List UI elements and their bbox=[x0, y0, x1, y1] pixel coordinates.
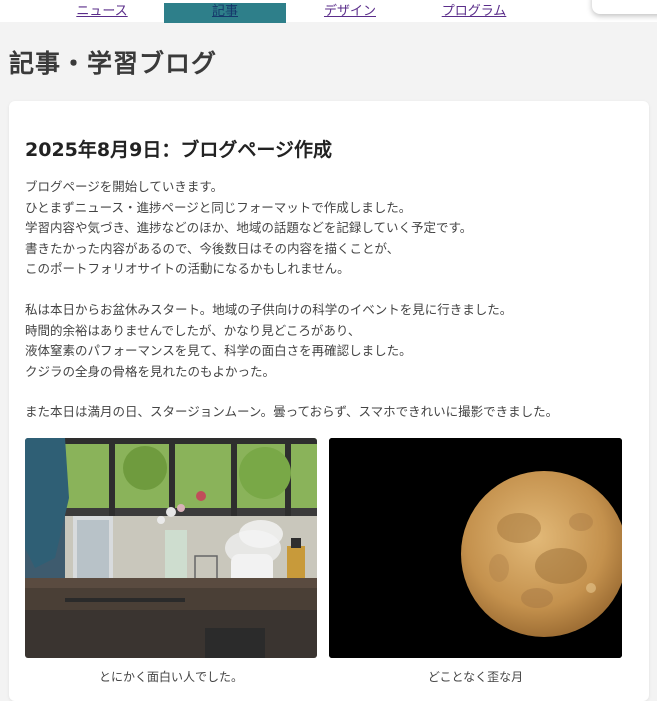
post-title: 2025年8月9日：ブログページ作成 bbox=[25, 139, 332, 161]
text-line: ひとまずニュース・進捗ページと同じフォーマットで作成しました。 bbox=[25, 199, 412, 215]
post-paragraph-3: また本日は満月の日、スタージョンムーン。曇っておらず、スマホできれいに撮影できま… bbox=[25, 402, 558, 423]
text-line: 学習内容や気づき、進捗などのほか、地域の話題などを記録していく予定です。 bbox=[25, 220, 473, 235]
text-line: ブログページを開始していきます。 bbox=[25, 179, 224, 194]
text-line: クジラの全身の骨格を見れたのもよかった。 bbox=[25, 363, 276, 379]
nav-link-design[interactable]: デザイン bbox=[312, 3, 388, 23]
text-line: 書きたかった内容があるので、今後数日はその内容を描くことが、 bbox=[25, 240, 400, 256]
header-overlay-box bbox=[592, 0, 657, 14]
nav-link-news[interactable]: ニュース bbox=[66, 3, 138, 23]
photo-caption-moon: どことなく歪な月 bbox=[427, 670, 524, 684]
text-line: 液体窒素のパフォーマンスを見て、科学の面白さを再確認しました。 bbox=[25, 343, 412, 358]
top-navigation: ニュース 記事 デザイン プログラム bbox=[0, 0, 657, 23]
text-line: 私は本日からお盆休みスタート。地域の子供向けの科学のイベントを見に行きました。 bbox=[25, 302, 513, 317]
post-paragraph-1: ブログページを開始していきます。 ひとまずニュース・進捗ページと同じフォーマット… bbox=[25, 177, 472, 280]
page-title: 記事・学習ブログ bbox=[9, 49, 218, 78]
post-paragraph-2: 私は本日からお盆休みスタート。地域の子供向けの科学のイベントを見に行きました。 … bbox=[25, 300, 512, 382]
photo-caption-event: とにかく面白い人でした。 bbox=[98, 670, 243, 684]
text-line: 時間的余裕はありませんでしたが、かなり見どころがあり、 bbox=[25, 322, 361, 338]
text-line: このポートフォリオサイトの活動になるかもしれません。 bbox=[25, 261, 350, 276]
science-event-photo bbox=[25, 438, 317, 658]
blog-post-card: 2025年8月9日：ブログページ作成 ブログページを開始していきます。 ひとまず… bbox=[9, 101, 649, 701]
nav-link-articles[interactable]: 記事 bbox=[164, 3, 286, 23]
nav-link-program[interactable]: プログラム bbox=[432, 3, 516, 23]
full-moon-photo bbox=[329, 438, 622, 658]
text-line: また本日は満月の日、スタージョンムーン。曇っておらず、スマホできれいに撮影できま… bbox=[25, 404, 559, 419]
